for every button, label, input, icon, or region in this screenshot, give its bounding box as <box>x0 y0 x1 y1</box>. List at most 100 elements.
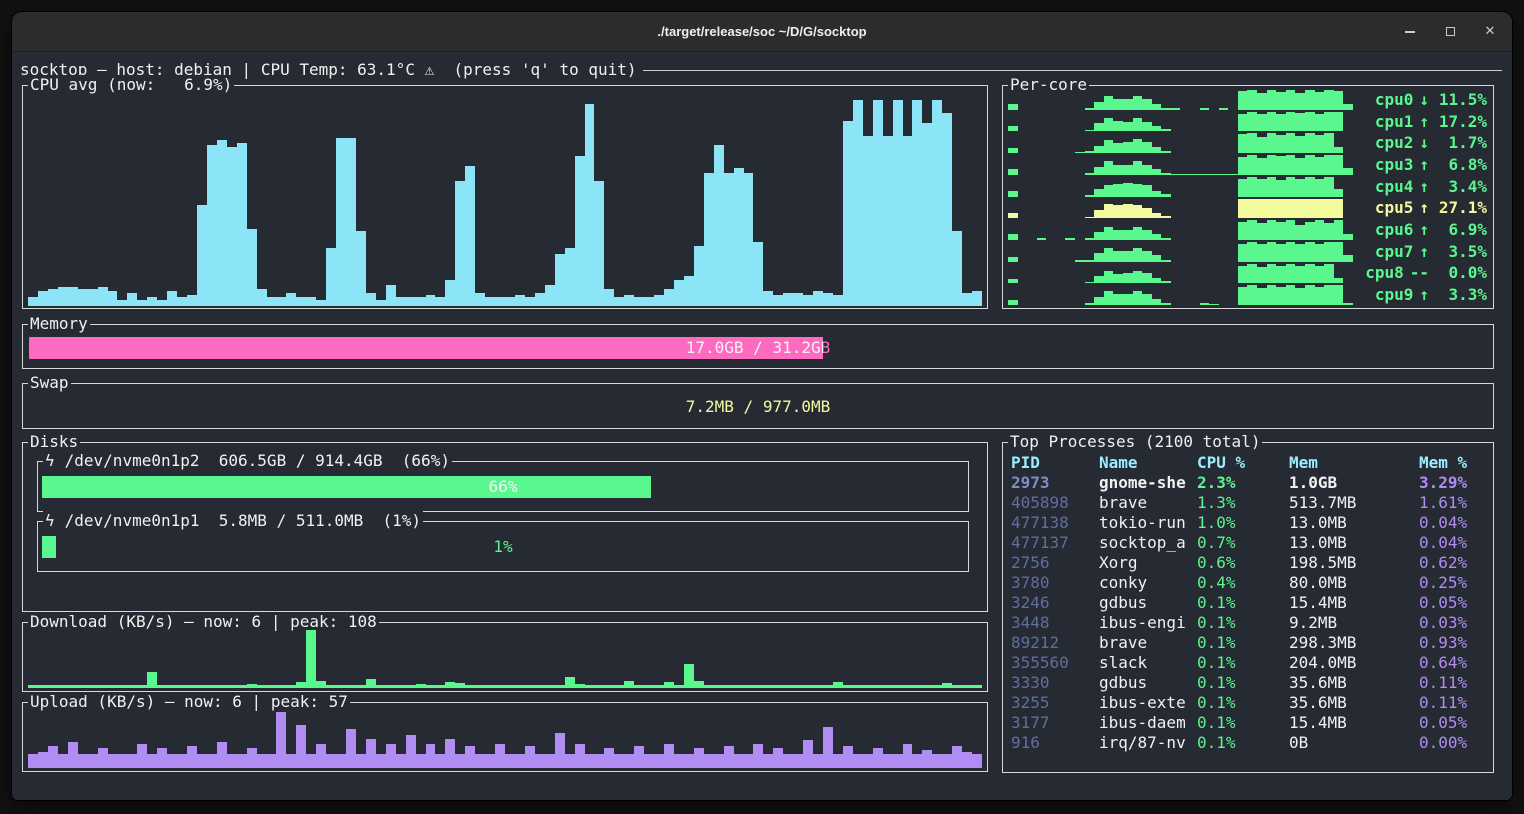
process-memp: 0.11% <box>1419 693 1487 713</box>
cpu9-sparkline <box>1008 284 1361 306</box>
bar <box>445 739 455 769</box>
bar <box>1267 112 1277 132</box>
bar <box>585 754 595 768</box>
bar <box>545 685 555 688</box>
bar <box>853 685 863 688</box>
gauge-label: 1% <box>42 536 964 558</box>
bar <box>594 685 604 688</box>
cpu3-sparkline <box>1008 154 1361 176</box>
process-mem: 0B <box>1289 733 1419 753</box>
process-name: Xorg <box>1099 553 1197 573</box>
bar <box>1113 143 1123 153</box>
bar <box>1257 137 1267 154</box>
close-button[interactable]: ✕ <box>1482 24 1498 40</box>
bar <box>237 685 247 688</box>
disk-item-nvme0n1p2: ϟ/dev/nvme0n1p2 606.5GB / 914.4GB (66%) … <box>37 461 969 512</box>
process-pid: 89212 <box>1011 633 1099 653</box>
gauge-label-filled: 66% <box>42 476 651 498</box>
bar <box>108 685 118 688</box>
bar <box>1286 199 1296 218</box>
process-mem: 15.4MB <box>1289 593 1419 613</box>
bar <box>1180 174 1190 175</box>
cpu7-label: cpu7↑3.5% <box>1361 241 1487 263</box>
bar <box>1343 234 1353 240</box>
bar <box>1104 185 1114 197</box>
bar <box>117 685 127 688</box>
cpu5-trend-icon: ↑ <box>1419 198 1429 218</box>
bar <box>1161 281 1171 283</box>
bar <box>1295 199 1305 219</box>
bar <box>803 685 813 688</box>
bar <box>177 685 187 688</box>
bar <box>763 685 773 688</box>
bar <box>813 291 823 306</box>
bar <box>893 685 903 688</box>
bar <box>1094 210 1104 219</box>
bar <box>1238 266 1248 283</box>
bar <box>714 145 724 306</box>
bar <box>1113 184 1123 197</box>
bar <box>416 684 426 688</box>
bar <box>724 173 734 306</box>
minimize-button[interactable] <box>1402 24 1418 40</box>
bar <box>1075 260 1085 261</box>
cpu7-cval: 3.5% <box>1435 242 1487 262</box>
bar <box>1152 278 1162 284</box>
bar <box>88 685 98 688</box>
process-cpu: 2.3% <box>1197 473 1289 493</box>
bar <box>1343 168 1353 175</box>
core-row-cpu9: cpu9↑3.3% <box>1008 284 1487 306</box>
bar <box>962 685 972 688</box>
column-header-pid: PID <box>1011 453 1099 473</box>
bar <box>267 297 277 306</box>
bar <box>406 735 416 768</box>
bar <box>1123 165 1133 175</box>
bar <box>406 297 416 306</box>
bar <box>28 297 38 306</box>
cpu2-sparkline <box>1008 132 1361 154</box>
bar <box>1324 264 1334 284</box>
bar <box>1123 230 1133 240</box>
bar <box>366 293 376 306</box>
bar <box>1200 108 1210 110</box>
bar <box>1133 205 1143 218</box>
process-cpu: 0.1% <box>1197 733 1289 753</box>
bar <box>1295 136 1305 153</box>
bar <box>972 685 982 688</box>
maximize-button[interactable] <box>1442 24 1458 40</box>
disk-item-nvme0n1p1: ϟ/dev/nvme0n1p1 5.8MB / 511.0MB (1%) 1%1… <box>37 521 969 572</box>
bar <box>1094 232 1104 240</box>
bar <box>137 744 147 768</box>
bar <box>664 682 674 688</box>
bar <box>227 754 237 768</box>
bar <box>1247 90 1257 110</box>
bar <box>694 246 704 306</box>
bar <box>1257 223 1267 240</box>
bar <box>604 748 614 768</box>
bar <box>1286 155 1296 175</box>
bar <box>286 685 296 688</box>
bar <box>1085 238 1095 240</box>
process-memp: 3.29% <box>1419 473 1487 493</box>
bar <box>28 685 38 688</box>
bar <box>912 685 922 688</box>
bar <box>793 293 803 306</box>
gauge-label-filled: 17.0GB / 31.2GB <box>29 337 823 359</box>
disk-gauge-nvme0n1p2: 66%66% <box>42 476 964 498</box>
process-name: gnome-she <box>1099 473 1197 493</box>
bar <box>296 682 306 688</box>
bar <box>1133 248 1143 261</box>
bar <box>207 685 217 688</box>
bar <box>1008 257 1018 262</box>
bar <box>88 289 98 306</box>
cpu7-sparkline <box>1008 241 1361 263</box>
bar <box>1334 220 1344 240</box>
process-pid: 3330 <box>1011 673 1099 693</box>
bar <box>793 685 803 688</box>
process-mem: 204.0MB <box>1289 653 1419 673</box>
bar <box>1142 99 1152 109</box>
bar <box>515 685 525 688</box>
bar <box>734 685 744 688</box>
bar <box>1085 260 1095 262</box>
process-mem: 513.7MB <box>1289 493 1419 513</box>
